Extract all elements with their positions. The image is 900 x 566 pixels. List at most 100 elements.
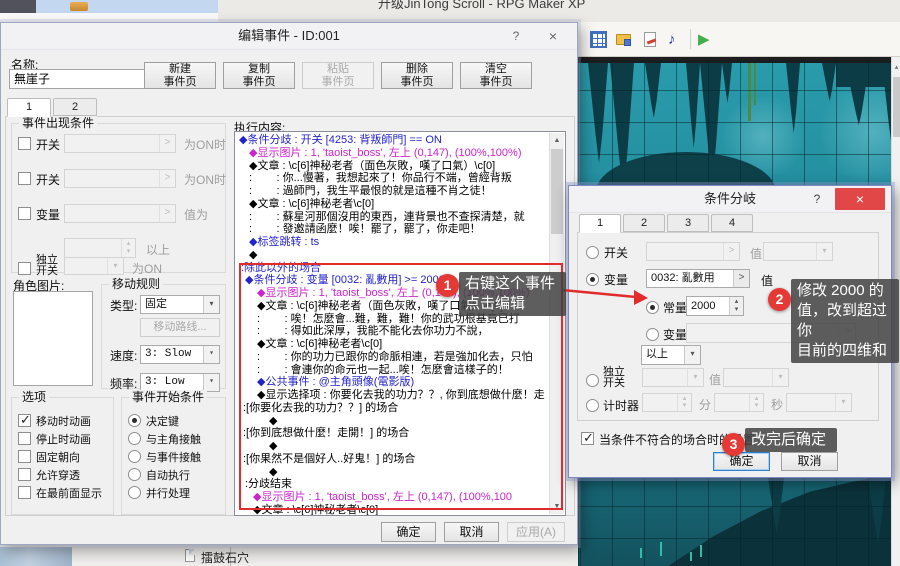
condition-combo[interactable] <box>64 169 176 188</box>
audio-icon[interactable]: ♪ <box>668 31 685 48</box>
map-tree-item[interactable]: 擂鼓石穴 <box>201 549 249 566</box>
cancel-button[interactable]: 取消 <box>781 452 838 471</box>
move-rules-group: 移动规则 类型: 固定 移动路线... 速度: 3: Slow 频率: 3: L… <box>101 284 226 389</box>
options-group: 选项 移动时动画 停止时动画 固定朝向 <box>11 397 114 515</box>
annotation-step-2-badge: 2 <box>768 288 791 311</box>
variable-combo[interactable]: 0032: 亂數用 <box>646 269 750 288</box>
timer-min-spinner[interactable] <box>642 393 692 412</box>
event-page-button[interactable]: 粘贴 事件页 <box>302 62 374 89</box>
condition-checkbox[interactable] <box>18 207 31 220</box>
scroll-up-icon[interactable]: ▲ <box>550 133 564 148</box>
condition-combo[interactable] <box>64 204 176 223</box>
branch-tab[interactable]: 3 <box>667 214 709 232</box>
annotation-step-2-tip: 修改 2000 的 值，改到超过你 目前的四维和 <box>791 279 899 363</box>
edit-event-dialog-titlebar: 编辑事件 - ID:001 <box>1 23 577 50</box>
close-icon[interactable]: × <box>835 188 885 210</box>
self-switch-combo[interactable] <box>64 257 124 275</box>
condition-value-spinner[interactable] <box>64 238 136 258</box>
condition-label: 变量 <box>36 206 60 223</box>
cube-shape <box>624 39 631 46</box>
event-command-line[interactable]: : : 你...慢著，我想起來了！你品行不端，曾經背叛 <box>235 172 565 185</box>
event-page-button[interactable]: 复制 事件页 <box>223 62 295 89</box>
option-checkbox[interactable] <box>18 432 31 445</box>
option-label: 在最前面显示 <box>36 485 102 501</box>
event-command-line[interactable]: : : 發邀請函麼！唉！罷了，罷了，你走吧！ <box>235 223 565 236</box>
trigger-radio[interactable] <box>128 486 141 499</box>
branch-tab[interactable]: 4 <box>711 214 753 232</box>
branch-dialog-title: 条件分岐 <box>704 191 756 206</box>
scroll-up-icon[interactable]: ▴ <box>892 63 900 71</box>
cancel-button[interactable]: 取消 <box>444 522 499 542</box>
help-button[interactable]: ? <box>501 26 531 46</box>
option-checkbox[interactable] <box>18 450 31 463</box>
trigger-radio[interactable] <box>128 414 141 427</box>
move-speed-select[interactable]: 3: Slow <box>140 345 220 364</box>
resources-icon[interactable] <box>616 31 633 48</box>
event-page-button[interactable]: 新建 事件页 <box>144 62 216 89</box>
event-command-line[interactable]: ◆条件分歧 : 开关 [4253: 背叛師門] == ON <box>235 134 565 147</box>
self-switch-value-combo[interactable] <box>723 368 789 387</box>
else-branch-checkbox[interactable] <box>581 432 594 445</box>
trigger-label: 自动执行 <box>146 467 190 483</box>
appear-conditions-group: 事件出现条件 开关 为ON时 开关 为ON时 <box>11 123 226 273</box>
option-row: 固定朝向 <box>12 448 113 466</box>
ok-button[interactable]: 确定 <box>381 522 436 542</box>
event-command-line[interactable]: ◆标签跳转 : ts <box>235 236 565 249</box>
condition-suffix: 为ON时 <box>184 136 226 153</box>
timer-compare-combo[interactable] <box>786 393 852 412</box>
option-checkbox[interactable] <box>18 414 31 427</box>
condition-checkbox[interactable] <box>18 137 31 150</box>
comparison-select[interactable]: 以上 <box>641 345 701 365</box>
option-checkbox[interactable] <box>18 468 31 481</box>
trigger-row: 自动执行 <box>122 466 225 484</box>
condition-checkbox[interactable] <box>18 172 31 185</box>
self-switch-radio[interactable] <box>586 374 599 387</box>
move-type-select[interactable]: 固定 <box>140 295 220 314</box>
switch-radio[interactable] <box>586 246 599 259</box>
move-route-button[interactable]: 移动路线... <box>140 318 220 337</box>
map-scrollbar-thumb[interactable] <box>893 77 900 137</box>
event-page-button[interactable]: 清空 事件页 <box>460 62 532 89</box>
constant-spinner[interactable]: 2000 <box>686 296 744 316</box>
switch-combo[interactable] <box>646 242 740 261</box>
help-button[interactable]: ? <box>805 189 829 209</box>
switch-value-label: 值 <box>750 245 762 262</box>
trigger-label: 并行处理 <box>146 485 190 501</box>
close-icon[interactable]: × <box>533 26 573 46</box>
event-command-line[interactable]: ◆显示图片 : 1, 'taoist_boss', 左上 (0,147), (1… <box>235 147 565 160</box>
event-page-tab[interactable]: 1 <box>7 98 51 117</box>
timer-sec-spinner[interactable] <box>714 393 764 412</box>
graphic-box[interactable] <box>13 291 93 386</box>
operand-variable-radio[interactable] <box>646 328 659 341</box>
self-switch-combo[interactable] <box>642 368 704 387</box>
trigger-radio[interactable] <box>128 468 141 481</box>
event-command-line[interactable]: ◆文章 : \c[6]神秘老者（面色灰敗，嘆了口氣）\c[0] <box>235 160 565 173</box>
ok-button[interactable]: 确定 <box>713 452 770 471</box>
play-icon[interactable]: ▶ <box>698 31 715 48</box>
event-page-tab[interactable]: 2 <box>53 98 97 116</box>
database-icon[interactable] <box>590 31 607 48</box>
condition-combo[interactable] <box>64 134 176 153</box>
option-checkbox[interactable] <box>18 486 31 499</box>
timer-radio[interactable] <box>586 399 599 412</box>
condition-suffix: 值为 <box>184 206 208 223</box>
apply-button[interactable]: 应用(A) <box>507 522 565 542</box>
script-icon[interactable] <box>642 31 659 48</box>
event-command-line[interactable]: ◆ <box>235 249 565 262</box>
option-rows: 移动时动画 停止时动画 固定朝向 允许穿透 <box>12 412 113 502</box>
event-command-line[interactable]: ◆文章 : \c[6]神秘老者\c[0] <box>235 198 565 211</box>
event-page-button[interactable]: 删除 事件页 <box>381 62 453 89</box>
trigger-radio[interactable] <box>128 450 141 463</box>
trigger-radio[interactable] <box>128 432 141 445</box>
switch-value-combo[interactable] <box>763 242 833 261</box>
event-command-line[interactable]: : : 過師門，我生平最恨的就是這種不肖之徒！ <box>235 185 565 198</box>
event-command-line[interactable]: : : 蘇星河那個沒用的東西，連背景也不查探清楚，就 <box>235 211 565 224</box>
self-switch-checkbox[interactable] <box>18 262 31 275</box>
exec-scrollbar-thumb[interactable] <box>551 149 563 234</box>
name-input[interactable]: 無崖子 <box>9 69 161 89</box>
branch-tab[interactable]: 2 <box>623 214 665 232</box>
self-switch-label: 独立 开关 <box>603 367 625 389</box>
switch-label: 开关 <box>604 244 628 261</box>
branch-tab[interactable]: 1 <box>579 214 621 233</box>
condition-row: 变量 值为 <box>12 204 225 239</box>
